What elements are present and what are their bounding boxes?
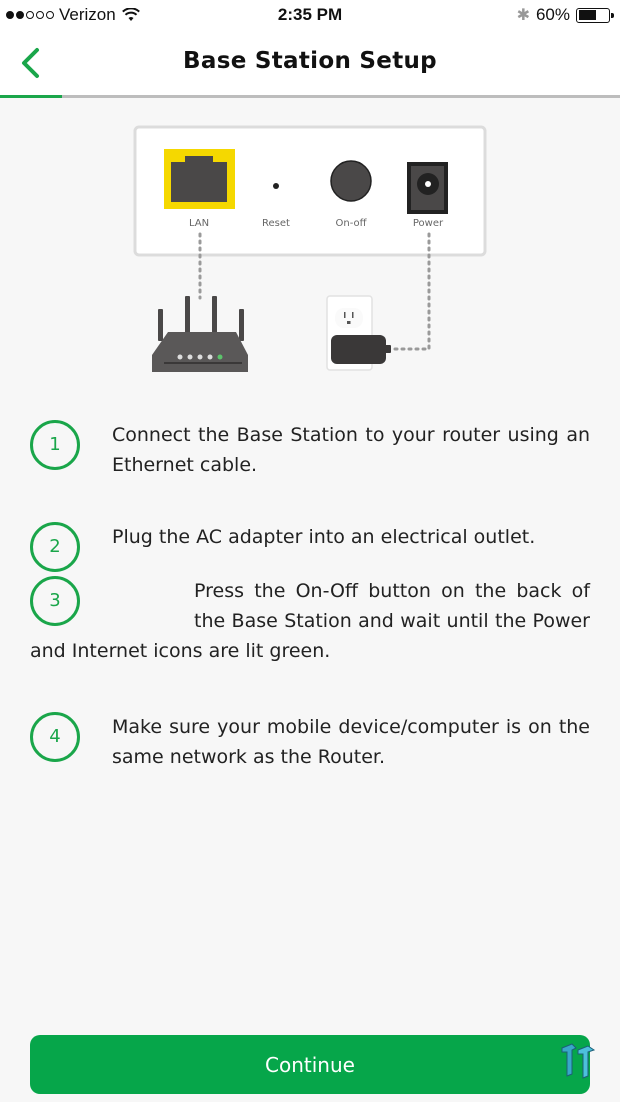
router-icon [152, 296, 248, 372]
continue-button[interactable]: Continue [30, 1035, 590, 1094]
battery-icon [576, 7, 614, 23]
step-number-badge: 4 [30, 712, 80, 762]
step-number-badge: 3 [30, 576, 80, 626]
step-number-badge: 1 [30, 420, 80, 470]
battery-percent: 60% [535, 5, 570, 24]
step-text: Make sure your mobile device/computer is… [112, 716, 590, 768]
watermark-logo-icon [561, 1043, 596, 1079]
setup-illustration: LAN Reset On-off Power [133, 125, 487, 372]
page-title: Base Station Setup [183, 48, 437, 74]
step-item: 3 Press the On-Off button on the back of… [30, 576, 590, 666]
progress-fill [0, 95, 62, 98]
step-number-badge: 2 [30, 522, 80, 572]
step-item: 1 Connect the Base Station to your route… [30, 420, 590, 480]
bluetooth-icon: ✱ [516, 7, 530, 24]
port-label-reset: Reset [262, 218, 290, 229]
step-text: Plug the AC adapter into an electrical o… [112, 526, 536, 548]
lan-port-icon [164, 149, 235, 209]
step-text: Press the On-Off button on the back of t… [30, 580, 590, 662]
port-label-lan: LAN [189, 218, 209, 229]
status-right: ✱ 60% [516, 5, 614, 25]
step-text: Connect the Base Station to your router … [112, 424, 590, 476]
step-item: 2 Plug the AC adapter into an electrical… [30, 522, 590, 572]
status-bar: Verizon 2:35 PM ✱ 60% [0, 0, 620, 32]
setup-progress-bar [0, 95, 620, 98]
power-button-icon [330, 160, 372, 202]
port-label-on-off: On-off [335, 218, 367, 229]
step-item: 4 Make sure your mobile device/computer … [30, 712, 590, 772]
battery-fill [578, 10, 596, 20]
ac-adapter-icon [331, 335, 391, 364]
power-jack-icon [407, 162, 448, 214]
port-label-power: Power [413, 218, 444, 229]
nav-bar: Base Station Setup [0, 32, 620, 95]
reset-hole-icon [273, 183, 279, 189]
steps-list: 1 Connect the Base Station to your route… [30, 410, 590, 768]
